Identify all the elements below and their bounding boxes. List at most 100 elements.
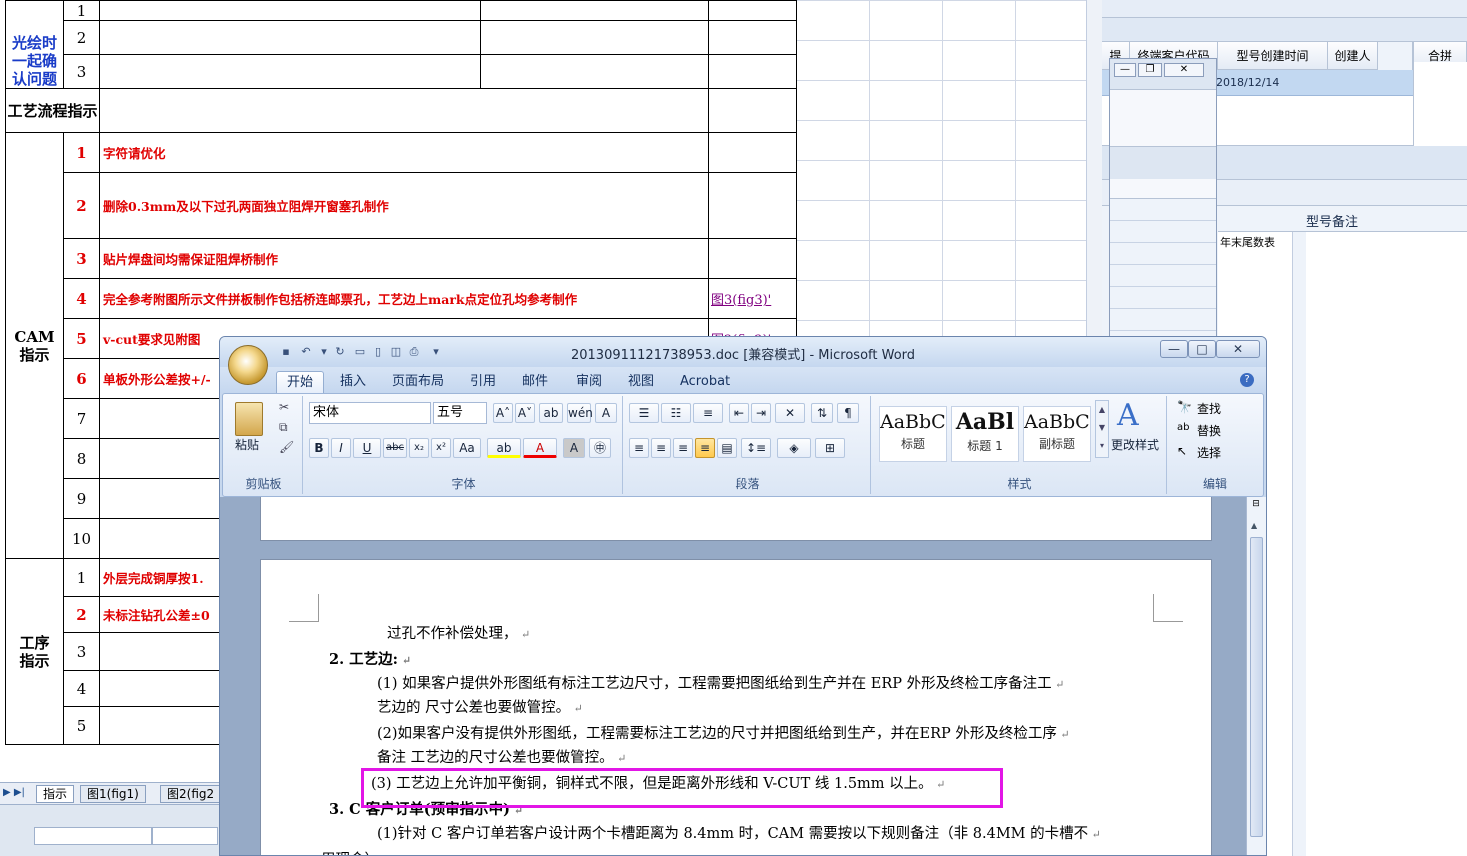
doc-line[interactable]: 用理会） ↵ bbox=[321, 848, 392, 855]
remark-scrollbar[interactable] bbox=[1292, 232, 1306, 856]
dialog-minimize-button[interactable]: — bbox=[1114, 63, 1136, 77]
new-doc-icon[interactable]: ▭ bbox=[352, 345, 368, 359]
multilevel-list-icon[interactable]: ≡ bbox=[693, 403, 723, 423]
shrink-font-icon[interactable]: A˅ bbox=[515, 403, 535, 423]
col-header-create-time[interactable]: 型号创建时间 bbox=[1218, 42, 1328, 70]
italic-icon[interactable]: I bbox=[331, 438, 351, 458]
open-icon[interactable]: ▯ bbox=[370, 345, 386, 359]
doc-line[interactable]: (1)针对 C 客户订单若客户设计两个卡槽距离为 8.4mm 时，CAM 需要按… bbox=[377, 822, 1101, 843]
doc-line[interactable]: 过孔不作补偿处理， ↵ bbox=[387, 622, 530, 643]
scroll-up-icon[interactable]: ▲ bbox=[1251, 521, 1257, 530]
paste-button[interactable]: 粘贴 bbox=[235, 436, 259, 453]
enclose-char-icon[interactable]: ㊥ bbox=[589, 438, 611, 458]
table-cell[interactable] bbox=[708, 88, 797, 133]
table-cell[interactable] bbox=[708, 54, 797, 89]
style-title[interactable]: AaBbC( 标题 bbox=[879, 406, 947, 462]
tab-acrobat[interactable]: Acrobat bbox=[670, 371, 740, 393]
print-icon[interactable]: ⎙ bbox=[406, 345, 422, 359]
word-vertical-scrollbar[interactable]: ⊟ ▲ bbox=[1246, 497, 1266, 855]
replace-button[interactable]: 替换 bbox=[1197, 422, 1221, 439]
tab-mailings[interactable]: 邮件 bbox=[512, 371, 558, 393]
doc-line[interactable]: 备注 工艺边的尺寸公差也要做管控。 ↵ bbox=[377, 746, 626, 767]
tab-page-layout[interactable]: 页面布局 bbox=[382, 371, 454, 393]
distributed-icon[interactable]: ▤ bbox=[717, 438, 737, 458]
clear-format-icon[interactable]: ab bbox=[539, 403, 563, 423]
phonetic-guide-icon[interactable]: wén bbox=[567, 403, 593, 423]
tab-insert[interactable]: 插入 bbox=[330, 371, 376, 393]
office-button-icon[interactable] bbox=[228, 345, 268, 385]
cut-icon[interactable]: ✂ bbox=[279, 400, 289, 414]
table-cell[interactable] bbox=[708, 172, 797, 239]
sheet-nav-arrows[interactable]: ▶ ▶| bbox=[3, 787, 25, 798]
change-styles-button[interactable]: 更改样式 bbox=[1111, 436, 1159, 453]
instruction-text[interactable]: 贴片焊盘间均需保证阻焊桥制作 bbox=[99, 238, 709, 279]
subscript-icon[interactable]: x₂ bbox=[409, 438, 429, 458]
chinese-layout-icon[interactable]: ✕ bbox=[775, 403, 805, 423]
borders-icon[interactable]: ⊞ bbox=[815, 438, 845, 458]
font-color-icon[interactable]: A bbox=[523, 438, 557, 458]
sheet-tab-2[interactable]: 图2(fig2 bbox=[160, 785, 222, 803]
find-icon[interactable]: 🔭 bbox=[1177, 400, 1192, 414]
remark-column-header[interactable]: 型号备注 bbox=[1306, 211, 1358, 230]
undo-dropdown-icon[interactable]: ▾ bbox=[316, 345, 332, 359]
print-preview-icon[interactable]: ◫ bbox=[388, 345, 404, 359]
doc-line[interactable]: 艺边的 尺寸公差也要做管控。 ↵ bbox=[377, 696, 583, 717]
instruction-text[interactable]: 完全参考附图所示文件拼板制作包括桥连邮票孔，工艺边上mark点定位孔均参考制作 bbox=[99, 278, 709, 319]
find-button[interactable]: 查找 bbox=[1197, 400, 1221, 417]
document-canvas[interactable]: 过孔不作补偿处理， ↵ 2. 工艺边: ↵ (1) 如果客户提供外形图纸有标注工艺边… bbox=[220, 497, 1266, 855]
word-title-bar[interactable]: 20130911121738953.doc [兼容模式] - Microsoft… bbox=[220, 337, 1266, 367]
strikethrough-icon[interactable]: abc bbox=[383, 438, 407, 458]
decrease-indent-icon[interactable]: ⇤ bbox=[729, 403, 749, 423]
shading-icon[interactable]: ◈ bbox=[777, 438, 811, 458]
format-painter-icon[interactable]: 🖌 bbox=[279, 440, 294, 454]
help-icon[interactable]: ? bbox=[1240, 373, 1254, 387]
dialog-close-button[interactable]: ✕ bbox=[1164, 63, 1204, 77]
grow-font-icon[interactable]: A˄ bbox=[493, 403, 513, 423]
highlight-icon[interactable]: ab bbox=[487, 438, 521, 458]
table-cell[interactable] bbox=[99, 88, 709, 133]
sheet-tab-0[interactable]: 指示 bbox=[36, 785, 75, 803]
paste-icon[interactable] bbox=[235, 402, 263, 436]
qat-customize-icon[interactable]: ▾ bbox=[428, 345, 444, 359]
align-center-icon[interactable]: ≡ bbox=[651, 438, 671, 458]
word-close-button[interactable]: ✕ bbox=[1216, 340, 1260, 358]
tab-references[interactable]: 引用 bbox=[460, 371, 506, 393]
tab-view[interactable]: 视图 bbox=[618, 371, 664, 393]
underline-icon[interactable]: U bbox=[353, 438, 381, 458]
style-subtitle[interactable]: AaBbC( 副标题 bbox=[1023, 406, 1091, 462]
change-case-icon[interactable]: Aa bbox=[453, 438, 481, 458]
change-styles-icon[interactable]: A bbox=[1117, 398, 1139, 433]
table-cell[interactable] bbox=[99, 0, 481, 21]
align-right-icon[interactable]: ≡ bbox=[673, 438, 693, 458]
dialog-restore-button[interactable]: ❐ bbox=[1138, 63, 1162, 77]
style-heading-1[interactable]: AaBl 标题 1 bbox=[951, 406, 1019, 462]
copy-icon[interactable]: ⧉ bbox=[279, 420, 288, 435]
word-minimize-button[interactable]: — bbox=[1160, 340, 1188, 358]
sheet-tab-1[interactable]: 图1(fig1) bbox=[80, 785, 146, 803]
table-cell[interactable] bbox=[480, 20, 709, 55]
styles-scroll[interactable]: ▲ ▼ ▾ bbox=[1095, 400, 1109, 458]
doc-line[interactable]: (1) 如果客户提供外形图纸有标注工艺边尺寸，工程需要把图纸给到生产并在 ERP… bbox=[377, 672, 1064, 693]
superscript-icon[interactable]: x² bbox=[431, 438, 451, 458]
font-name-combo[interactable]: 宋体 bbox=[309, 402, 431, 424]
select-button[interactable]: 选择 bbox=[1197, 444, 1221, 461]
bullets-icon[interactable]: ☰ bbox=[629, 403, 659, 423]
scroll-thumb[interactable] bbox=[1250, 537, 1263, 837]
sort-icon[interactable]: ⇅ bbox=[811, 403, 833, 423]
instruction-text[interactable]: 字符请优化 bbox=[99, 132, 709, 173]
save-icon[interactable]: ▪ bbox=[278, 345, 294, 359]
numbering-icon[interactable]: ☷ bbox=[661, 403, 691, 423]
line-spacing-icon[interactable]: ↕≡ bbox=[741, 438, 771, 458]
replace-icon[interactable]: ab bbox=[1177, 422, 1189, 433]
align-left-icon[interactable]: ≡ bbox=[629, 438, 649, 458]
table-cell[interactable] bbox=[708, 132, 797, 173]
ruler-toggle-icon[interactable]: ⊟ bbox=[1249, 499, 1263, 513]
increase-indent-icon[interactable]: ⇥ bbox=[751, 403, 771, 423]
doc-line[interactable]: 2. 工艺边: ↵ bbox=[329, 648, 411, 669]
justify-icon[interactable]: ≡ bbox=[695, 438, 715, 458]
table-cell[interactable] bbox=[708, 0, 797, 21]
char-border-icon[interactable]: A bbox=[595, 403, 617, 423]
doc-line[interactable]: (2)如果客户没有提供外形图纸，工程需要标注工艺边的尺寸并把图纸给到生产，并在E… bbox=[377, 722, 1070, 743]
document-page[interactable]: 过孔不作补偿处理， ↵ 2. 工艺边: ↵ (1) 如果客户提供外形图纸有标注工艺边… bbox=[260, 559, 1212, 855]
table-cell[interactable] bbox=[480, 54, 709, 89]
